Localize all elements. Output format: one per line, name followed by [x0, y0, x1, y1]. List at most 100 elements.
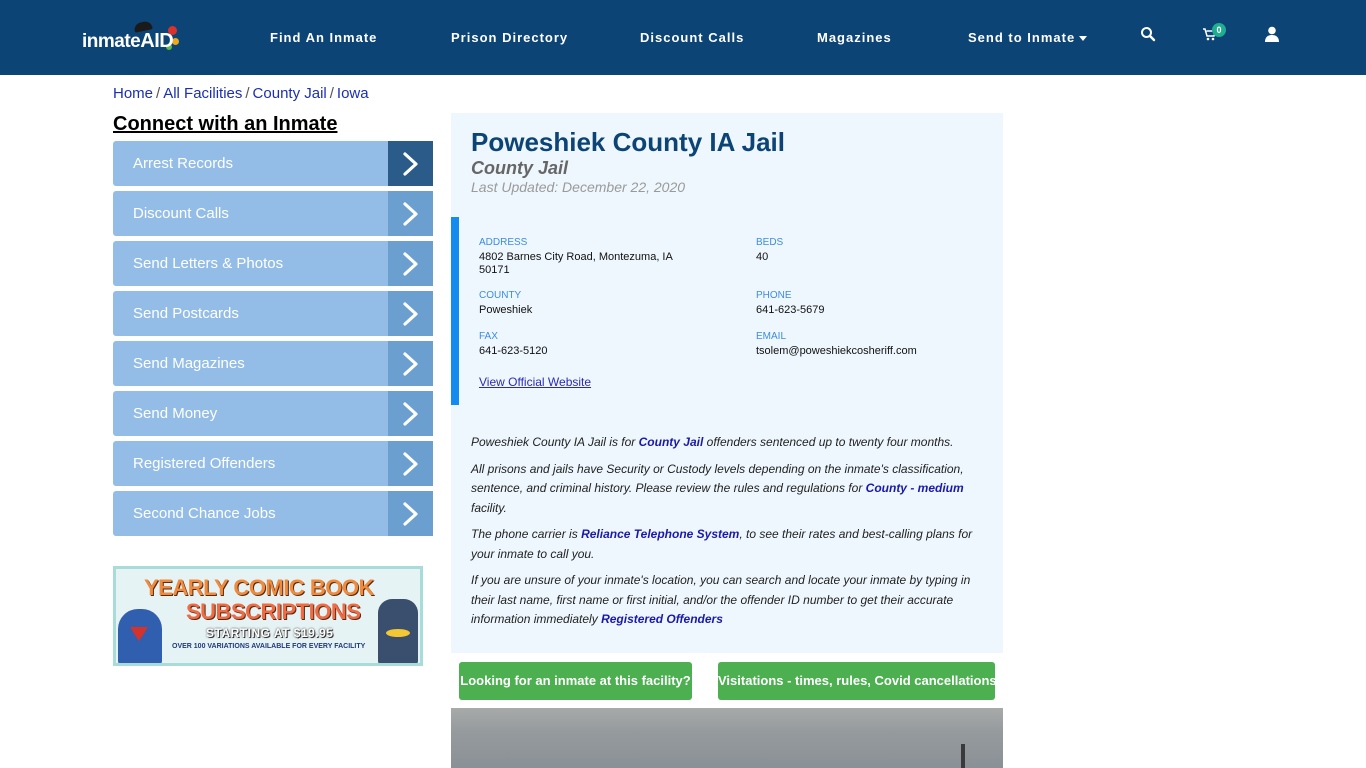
breadcrumb-separator: / — [156, 85, 161, 102]
sidebar-item-label: Registered Offenders — [133, 455, 276, 472]
last-updated: Last Updated: December 22, 2020 — [471, 179, 686, 195]
sidebar-item-discount-calls[interactable]: Discount Calls — [113, 191, 433, 236]
sidebar-menu: Arrest Records Discount Calls Send Lette… — [113, 141, 433, 541]
description-paragraph: The phone carrier is Reliance Telephone … — [471, 525, 986, 564]
description-paragraph: All prisons and jails have Security or C… — [471, 460, 986, 519]
find-inmate-button[interactable]: Looking for an inmate at this facility? — [459, 662, 692, 700]
beds-field: BEDS 40 — [756, 237, 976, 264]
nav-label: Send to Inmate — [968, 30, 1076, 45]
account-button[interactable] — [1265, 26, 1285, 46]
logo-text-main: inmate — [82, 31, 141, 52]
facility-type: County Jail — [471, 158, 569, 178]
sidebar-item-label: Send Letters & Photos — [133, 255, 284, 272]
sidebar-item-second-chance-jobs[interactable]: Second Chance Jobs — [113, 491, 433, 536]
address-label: ADDRESS — [479, 237, 528, 248]
nav-discount-calls[interactable]: Discount Calls — [640, 30, 744, 45]
cart-count-badge: 0 — [1212, 23, 1226, 37]
caret-down-icon — [1079, 36, 1088, 42]
phone-field: PHONE 641-623-5679 — [756, 290, 976, 317]
nav-label: Find An Inmate — [270, 30, 378, 45]
sidebar-item-label: Send Magazines — [133, 355, 245, 372]
description-text: Poweshiek County IA Jail is for — [471, 435, 639, 449]
facility-details-panel: Poweshiek County IA Jail County Jail Las… — [451, 113, 1003, 653]
batman-illustration-icon — [378, 599, 418, 663]
description-text: facility. — [471, 500, 507, 515]
description-text: offenders sentenced up to twenty four mo… — [703, 435, 954, 449]
nav-magazines[interactable]: Magazines — [817, 30, 892, 45]
facility-name: Poweshiek County IA Jail — [471, 127, 786, 157]
sidebar-item-send-letters-photos[interactable]: Send Letters & Photos — [113, 241, 433, 286]
email-label: EMAIL — [756, 331, 787, 342]
nav-send-to-inmate[interactable]: Send to Inmate — [968, 30, 1088, 45]
breadcrumb-iowa[interactable]: Iowa — [337, 85, 369, 102]
phone-value[interactable]: 641-623-5679 — [756, 304, 976, 317]
comic-subscription-ad-banner[interactable]: YEARLY COMIC BOOK SUBSCRIPTIONS STARTING… — [113, 566, 423, 666]
breadcrumb: Home / All Facilities / County Jail / Iowa — [113, 85, 369, 102]
ad-subheadline: SUBSCRIPTIONS — [186, 599, 361, 624]
radio-tower-icon — [961, 744, 965, 768]
breadcrumb-all-facilities[interactable]: All Facilities — [163, 85, 242, 102]
ad-headline: YEARLY COMIC BOOK — [144, 575, 374, 600]
ad-price: STARTING AT $19.95 — [206, 626, 334, 640]
registered-offenders-link[interactable]: Registered Offenders — [601, 612, 723, 626]
address-line2: 50171 — [479, 264, 510, 276]
nav-prison-directory[interactable]: Prison Directory — [451, 30, 568, 45]
security-level-link[interactable]: County - medium — [866, 481, 964, 495]
sidebar-title[interactable]: Connect with an Inmate — [113, 113, 337, 136]
chevron-right-icon — [388, 491, 433, 536]
sidebar-item-label: Send Money — [133, 405, 218, 422]
email-value[interactable]: tsolem@poweshiekcosheriff.com — [756, 345, 976, 358]
fax-value: 641-623-5120 — [479, 345, 548, 357]
county-value: Poweshiek — [479, 304, 533, 316]
sidebar-item-registered-offenders[interactable]: Registered Offenders — [113, 441, 433, 486]
address-field: ADDRESS 4802 Barnes City Road, Montezuma… — [479, 237, 699, 277]
sidebar-item-label: Second Chance Jobs — [133, 505, 276, 522]
nav-label: Prison Directory — [451, 30, 569, 45]
search-button[interactable] — [1140, 26, 1160, 46]
inmateaid-logo[interactable]: inmateAID — [82, 20, 182, 54]
search-icon — [1141, 27, 1156, 42]
county-label: COUNTY — [479, 290, 522, 301]
facility-info-box: ADDRESS 4802 Barnes City Road, Montezuma… — [451, 217, 1003, 405]
breadcrumb-home[interactable]: Home — [113, 85, 153, 102]
phone-label: PHONE — [756, 290, 792, 301]
facility-description: Poweshiek County IA Jail is for County J… — [471, 433, 986, 637]
description-paragraph: If you are unsure of your inmate's locat… — [471, 571, 986, 630]
breadcrumb-separator: / — [245, 85, 250, 102]
sidebar-item-arrest-records[interactable]: Arrest Records — [113, 141, 433, 186]
user-icon — [1265, 26, 1279, 42]
fax-field: FAX 641-623-5120 — [479, 331, 699, 358]
facility-photo — [451, 708, 1003, 768]
chevron-right-icon — [388, 441, 433, 486]
sidebar-item-send-money[interactable]: Send Money — [113, 391, 433, 436]
county-field: COUNTY Poweshiek — [479, 290, 699, 317]
address-line1: 4802 Barnes City Road, Montezuma, IA — [479, 251, 673, 263]
beds-label: BEDS — [756, 237, 784, 248]
sidebar-item-send-postcards[interactable]: Send Postcards — [113, 291, 433, 336]
chevron-right-icon — [388, 341, 433, 386]
breadcrumb-separator: / — [329, 85, 334, 102]
chevron-right-icon — [388, 191, 433, 236]
nav-label: Magazines — [817, 30, 892, 45]
breadcrumb-county-jail[interactable]: County Jail — [253, 85, 327, 102]
logo-text-accent: AID — [140, 30, 174, 52]
county-jail-link[interactable]: County Jail — [639, 435, 704, 449]
phone-carrier-link[interactable]: Reliance Telephone System — [581, 527, 739, 541]
chevron-right-icon — [388, 241, 433, 286]
description-text: The phone carrier is — [471, 527, 582, 541]
logo-text: inmateAID — [82, 30, 174, 53]
visitations-button[interactable]: Visitations - times, rules, Covid cancel… — [718, 662, 997, 700]
beds-value: 40 — [756, 251, 769, 263]
chevron-right-icon — [388, 291, 433, 336]
top-navbar: inmateAID Find An Inmate Prison Director… — [0, 0, 1366, 75]
superhero-illustration-icon — [118, 609, 162, 663]
sidebar-item-send-magazines[interactable]: Send Magazines — [113, 341, 433, 386]
chevron-right-icon — [388, 391, 433, 436]
description-paragraph: Poweshiek County IA Jail is for County J… — [471, 433, 986, 453]
official-website-link[interactable]: View Official Website — [479, 375, 591, 389]
nav-find-an-inmate[interactable]: Find An Inmate — [270, 30, 377, 45]
ad-tagline: OVER 100 VARIATIONS AVAILABLE FOR EVERY … — [172, 643, 366, 650]
sidebar-item-label: Discount Calls — [133, 205, 229, 222]
sidebar-item-label: Send Postcards — [133, 305, 239, 322]
fax-label: FAX — [479, 331, 498, 342]
